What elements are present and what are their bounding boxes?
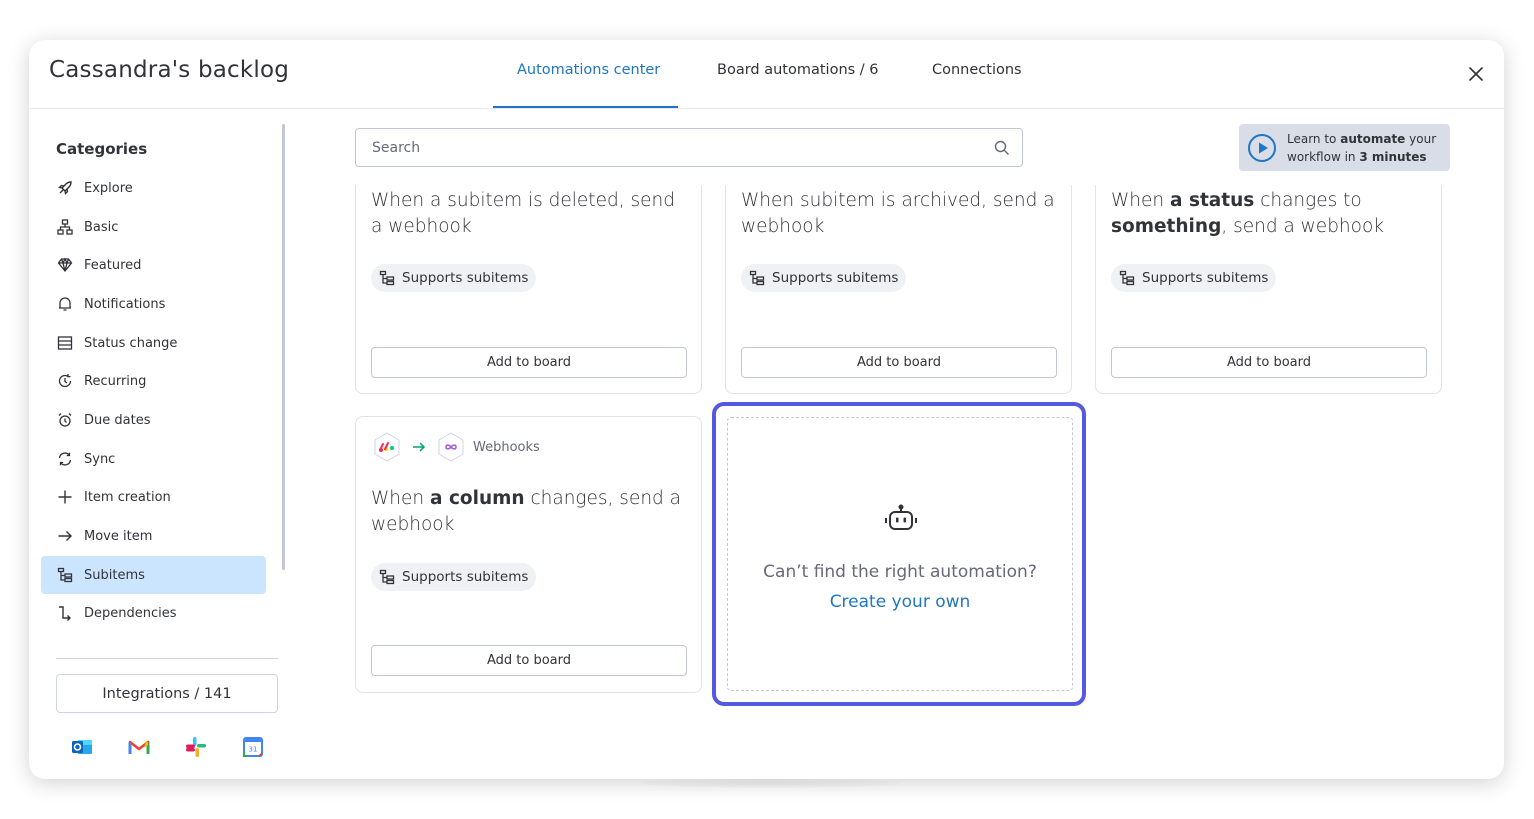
modal-header: Cassandra's backlog Automations center B… xyxy=(29,40,1504,109)
tab-connections[interactable]: Connections xyxy=(932,62,1022,78)
automation-title: When a status changes to something, send… xyxy=(1111,190,1385,237)
categories-sidebar: Categories Explore Basic Featured Notifi… xyxy=(29,110,289,779)
search-bar xyxy=(355,128,1023,167)
sidebar-divider xyxy=(56,658,278,659)
automation-title: When subitem is archived, send a webhook xyxy=(741,190,1055,237)
sidebar-item-recurring[interactable]: Recurring xyxy=(41,362,266,400)
supports-subitems-badge: Supports subitems xyxy=(371,264,537,292)
alarm-icon xyxy=(56,411,74,429)
search-icon[interactable] xyxy=(994,140,1010,156)
integrations-button[interactable]: Integrations / 141 xyxy=(56,674,278,713)
svg-text:31: 31 xyxy=(249,746,258,754)
sidebar-item-dependencies[interactable]: Dependencies xyxy=(41,594,266,632)
supports-subitems-badge: Supports subitems xyxy=(371,563,537,591)
subitems-icon xyxy=(1119,269,1137,287)
modal-bottom-shadow xyxy=(640,778,900,788)
sidebar-item-basic[interactable]: Basic xyxy=(41,208,266,246)
dependency-icon xyxy=(56,604,74,622)
sidebar-item-label: Sync xyxy=(84,451,116,467)
play-circle-icon xyxy=(1248,134,1276,162)
tab-automations-center[interactable]: Automations center xyxy=(517,62,660,78)
search-input[interactable] xyxy=(356,129,1022,166)
close-icon xyxy=(1469,67,1483,81)
sync-icon xyxy=(56,450,74,468)
sitemap-icon xyxy=(56,218,74,236)
rocket-icon xyxy=(56,179,74,197)
sidebar-item-label: Explore xyxy=(84,180,133,196)
sidebar-scrollbar[interactable] xyxy=(282,124,285,570)
sidebar-item-label: Featured xyxy=(84,257,142,273)
sidebar-item-label: Subitems xyxy=(84,567,145,583)
sidebar-item-item-creation[interactable]: Item creation xyxy=(41,478,266,516)
add-to-board-button[interactable]: Add to board xyxy=(1111,347,1427,378)
plus-icon xyxy=(56,488,74,506)
sidebar-item-label: Due dates xyxy=(84,412,151,428)
automation-card: When a subitem is deleted, send a webhoo… xyxy=(355,185,702,394)
integration-label: Webhooks xyxy=(473,439,540,455)
create-your-own-link[interactable]: Create your own xyxy=(728,592,1072,612)
subitems-icon xyxy=(749,269,767,287)
learn-video-banner[interactable]: Learn to automate your workflow in 3 min… xyxy=(1239,124,1450,171)
sidebar-item-move-item[interactable]: Move item xyxy=(41,517,266,555)
automations-modal: Cassandra's backlog Automations center B… xyxy=(29,40,1504,779)
active-tab-indicator xyxy=(493,106,678,108)
categories-title: Categories xyxy=(56,140,148,158)
subitems-icon xyxy=(379,568,397,586)
diamond-icon xyxy=(56,256,74,274)
status-list-icon xyxy=(56,334,74,352)
sidebar-item-sync[interactable]: Sync xyxy=(41,440,266,478)
monday-logo-icon xyxy=(374,432,400,462)
sidebar-item-subitems[interactable]: Subitems xyxy=(41,556,266,594)
add-to-board-button[interactable]: Add to board xyxy=(371,645,687,676)
robot-icon xyxy=(885,504,917,530)
supports-subitems-badge: Supports subitems xyxy=(741,264,907,292)
create-own-card: Can’t find the right automation? Create … xyxy=(712,402,1086,706)
gmail-icon[interactable] xyxy=(128,736,150,758)
subitems-icon xyxy=(56,566,74,584)
sidebar-item-status-change[interactable]: Status change xyxy=(41,324,266,362)
arrow-right-icon xyxy=(56,527,74,545)
sidebar-item-label: Item creation xyxy=(84,489,171,505)
add-to-board-button[interactable]: Add to board xyxy=(741,347,1057,378)
learn-banner-text: Learn to automate your workflow in 3 min… xyxy=(1287,132,1437,164)
arrow-right-icon xyxy=(413,442,426,452)
sidebar-item-featured[interactable]: Featured xyxy=(41,246,266,284)
subitems-icon xyxy=(379,269,397,287)
tab-board-automations[interactable]: Board automations / 6 xyxy=(717,62,879,78)
board-title: Cassandra's backlog xyxy=(49,57,290,83)
sidebar-item-label: Notifications xyxy=(84,296,166,312)
sidebar-item-label: Status change xyxy=(84,335,178,351)
supports-subitems-badge: Supports subitems xyxy=(1111,264,1277,292)
sidebar-item-label: Dependencies xyxy=(84,605,177,621)
sidebar-item-label: Move item xyxy=(84,528,153,544)
sidebar-item-notifications[interactable]: Notifications xyxy=(41,285,266,323)
sidebar-item-due-dates[interactable]: Due dates xyxy=(41,401,266,439)
automation-card: Webhooks When a column changes, send a w… xyxy=(355,416,702,693)
automation-title: When a column changes, send a webhook xyxy=(371,488,682,535)
slack-icon[interactable] xyxy=(185,736,207,758)
google-calendar-icon[interactable]: 31 xyxy=(242,736,264,758)
integration-logos: Webhooks xyxy=(371,431,540,463)
automation-card: When subitem is archived, send a webhook… xyxy=(725,185,1072,394)
automation-card: When a status changes to something, send… xyxy=(1095,185,1442,394)
automation-title: When a subitem is deleted, send a webhoo… xyxy=(371,190,675,237)
sidebar-item-explore[interactable]: Explore xyxy=(41,169,266,207)
outlook-icon[interactable] xyxy=(71,736,93,758)
recurring-icon xyxy=(56,372,74,390)
sidebar-item-label: Recurring xyxy=(84,373,147,389)
bell-icon xyxy=(56,295,74,313)
create-own-dashed-area: Can’t find the right automation? Create … xyxy=(727,417,1073,691)
webhooks-icon xyxy=(438,432,464,462)
add-to-board-button[interactable]: Add to board xyxy=(371,347,687,378)
close-button[interactable] xyxy=(1462,60,1490,88)
sidebar-item-label: Basic xyxy=(84,219,119,235)
create-own-question: Can’t find the right automation? xyxy=(763,562,1037,582)
